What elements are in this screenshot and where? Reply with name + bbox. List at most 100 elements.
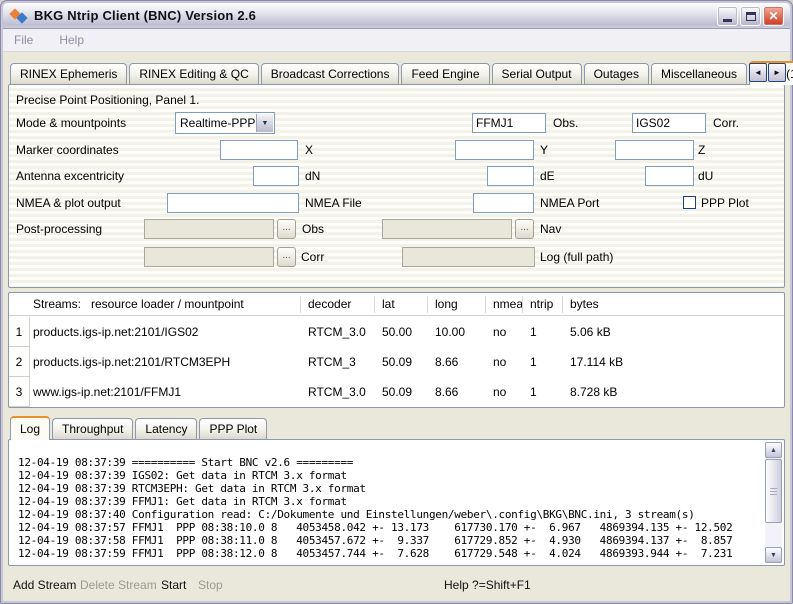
- window-title: BKG Ntrip Client (BNC) Version 2.6: [34, 8, 256, 23]
- log-line: 12-04-19 08:37:39 FFMJ1: Get data in RTC…: [18, 495, 764, 508]
- ppp-plot-checkbox[interactable]: [683, 196, 696, 209]
- post-corr-browse-button[interactable]: ...: [277, 247, 296, 267]
- log-line: 12-04-19 08:37:39 IGS02: Get data in RTC…: [18, 469, 764, 482]
- post-obs-input: [144, 219, 274, 239]
- header-streams-mountpoint: Streams: resource loader / mountpoint: [33, 293, 244, 316]
- cell-lat: 50.09: [382, 347, 412, 377]
- cell-long: 10.00: [435, 317, 465, 347]
- scrollbar-thumb[interactable]: [765, 459, 782, 523]
- cell-nmea: no: [493, 317, 506, 347]
- header-lat: lat: [382, 293, 395, 316]
- tab-miscellaneous[interactable]: Miscellaneous: [651, 63, 747, 84]
- streams-table: Streams: resource loader / mountpoint de…: [8, 292, 785, 408]
- tab-ppp-plot[interactable]: PPP Plot: [199, 418, 267, 439]
- cell-lat: 50.00: [382, 317, 412, 347]
- stop-button: Stop: [198, 575, 223, 595]
- app-icon: [10, 8, 28, 24]
- tab-log[interactable]: Log: [10, 416, 50, 440]
- mode-mountpoints-label: Mode & mountpoints: [16, 113, 126, 133]
- nmea-plot-output-label: NMEA & plot output: [16, 193, 121, 213]
- tab-serial-output[interactable]: Serial Output: [492, 63, 582, 84]
- log-tab-bar: Log Throughput Latency PPP Plot: [10, 415, 269, 439]
- panel-tab-bar: RINEX Ephemeris RINEX Editing & QC Broad…: [10, 60, 793, 84]
- tab-outages[interactable]: Outages: [584, 63, 649, 84]
- cell-mountpoint: www.igs-ip.net:2101/FFMJ1: [33, 377, 181, 407]
- menu-bar: File Help: [3, 29, 790, 52]
- scroll-up-button[interactable]: ▲: [765, 442, 782, 458]
- tab-scroll-left-button[interactable]: ◄: [749, 63, 767, 82]
- header-long: long: [435, 293, 458, 316]
- mode-dropdown-value: Realtime-PPP: [180, 116, 255, 130]
- marker-z-input[interactable]: [615, 140, 694, 160]
- log-scrollbar[interactable]: ▲ ▼: [765, 442, 782, 563]
- mode-dropdown[interactable]: Realtime-PPP ▼: [175, 112, 275, 134]
- antenna-excentricity-label: Antenna excentricity: [16, 166, 124, 186]
- post-processing-label: Post-processing: [16, 219, 102, 239]
- delete-stream-button: Delete Stream: [80, 575, 157, 595]
- antenna-du-label: dU: [698, 166, 713, 186]
- nmea-port-input[interactable]: [473, 193, 534, 213]
- minimize-icon: [723, 19, 732, 22]
- row-number: 1: [9, 317, 30, 347]
- antenna-dn-input[interactable]: [253, 166, 299, 186]
- antenna-de-input[interactable]: [487, 166, 534, 186]
- cell-long: 8.66: [435, 377, 458, 407]
- menu-file[interactable]: File: [14, 33, 33, 47]
- tab-feed-engine[interactable]: Feed Engine: [401, 63, 489, 84]
- log-panel: 12-04-19 08:37:39 ========== Start BNC v…: [8, 439, 785, 566]
- chevron-down-icon[interactable]: ▼: [256, 114, 273, 132]
- ppp-panel: Precise Point Positioning, Panel 1. Mode…: [8, 84, 785, 288]
- scroll-down-button[interactable]: ▼: [765, 547, 782, 563]
- tab-rinex-editing-qc[interactable]: RINEX Editing & QC: [129, 63, 258, 84]
- table-row[interactable]: 2 products.igs-ip.net:2101/RTCM3EPH RTCM…: [9, 347, 784, 377]
- marker-z-label: Z: [698, 140, 705, 160]
- header-decoder: decoder: [308, 293, 351, 316]
- bnc-window: BKG Ntrip Client (BNC) Version 2.6 ✕ Fil…: [0, 0, 793, 604]
- cell-ntrip: 1: [530, 377, 537, 407]
- streams-table-header: Streams: resource loader / mountpoint de…: [9, 293, 784, 316]
- nmea-file-label: NMEA File: [305, 193, 362, 213]
- post-log-label: Log (full path): [540, 247, 613, 267]
- maximize-button[interactable]: [740, 6, 761, 26]
- marker-coordinates-label: Marker coordinates: [16, 140, 119, 160]
- minimize-button[interactable]: [717, 6, 738, 26]
- scroll-up-icon: ▲: [770, 447, 777, 454]
- tab-scroll-right-button[interactable]: ►: [768, 63, 786, 82]
- marker-x-input[interactable]: [220, 140, 298, 160]
- post-obs-browse-button[interactable]: ...: [277, 219, 296, 239]
- cell-lat: 50.09: [382, 377, 412, 407]
- title-bar[interactable]: BKG Ntrip Client (BNC) Version 2.6 ✕: [3, 3, 790, 29]
- cell-mountpoint: products.igs-ip.net:2101/RTCM3EPH: [33, 347, 230, 377]
- corr-mountpoint-input[interactable]: [632, 113, 706, 133]
- obs-label: Obs.: [553, 113, 578, 133]
- header-ntrip: ntrip: [530, 293, 553, 316]
- add-stream-button[interactable]: Add Stream: [13, 575, 76, 595]
- antenna-dn-label: dN: [305, 166, 320, 186]
- tab-throughput[interactable]: Throughput: [52, 418, 133, 439]
- menu-help[interactable]: Help: [59, 33, 84, 47]
- tab-scroll-left-icon: ◄: [754, 68, 762, 77]
- marker-y-input[interactable]: [455, 140, 534, 160]
- table-row[interactable]: 1 products.igs-ip.net:2101/IGS02 RTCM_3.…: [9, 317, 784, 347]
- close-button[interactable]: ✕: [763, 6, 784, 26]
- tab-rinex-ephemeris[interactable]: RINEX Ephemeris: [10, 63, 127, 84]
- post-nav-input: [382, 219, 512, 239]
- antenna-du-input[interactable]: [645, 166, 694, 186]
- tab-latency[interactable]: Latency: [135, 418, 197, 439]
- header-nmea: nmea: [493, 293, 523, 316]
- cell-decoder: RTCM_3: [308, 347, 356, 377]
- cell-nmea: no: [493, 347, 506, 377]
- ppp-plot-label: PPP Plot: [701, 193, 749, 213]
- help-button[interactable]: Help ?=Shift+F1: [444, 575, 531, 595]
- log-output[interactable]: 12-04-19 08:37:39 ========== Start BNC v…: [10, 441, 764, 564]
- post-nav-browse-button[interactable]: ...: [515, 219, 534, 239]
- table-row[interactable]: 3 www.igs-ip.net:2101/FFMJ1 RTCM_3.0 50.…: [9, 377, 784, 407]
- obs-mountpoint-input[interactable]: [472, 113, 546, 133]
- start-button[interactable]: Start: [161, 575, 186, 595]
- nmea-file-input[interactable]: [167, 193, 299, 213]
- cell-long: 8.66: [435, 347, 458, 377]
- tab-scroll-buttons: ◄ ►: [749, 63, 786, 82]
- antenna-de-label: dE: [540, 166, 555, 186]
- cell-bytes: 8.728 kB: [570, 377, 617, 407]
- tab-broadcast-corrections[interactable]: Broadcast Corrections: [261, 63, 400, 84]
